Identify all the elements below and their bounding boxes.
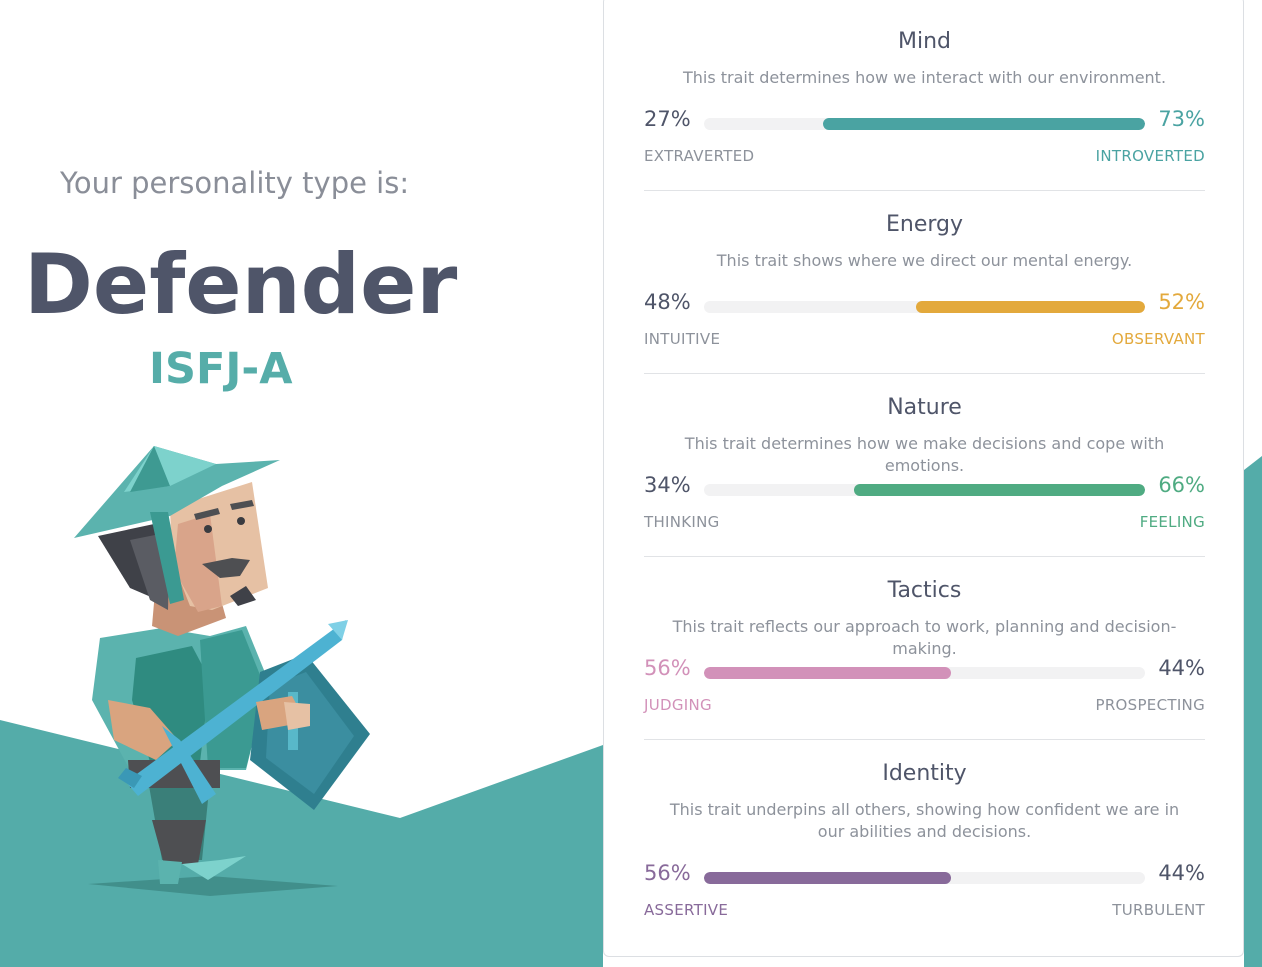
left-pole-label: EXTRAVERTED	[644, 147, 755, 165]
trait-bar-fill	[704, 872, 951, 884]
trait-bar-fill	[704, 667, 951, 679]
trait-title: Energy	[885, 212, 964, 237]
trait-bar-fill	[823, 118, 1145, 130]
right-pole-label: FEELING	[1139, 513, 1205, 531]
right-percent: 52%	[1158, 290, 1205, 314]
trait-title: Mind	[897, 29, 951, 54]
left-pole-label: ASSERTIVE	[644, 901, 729, 919]
left-percent: 56%	[644, 861, 691, 885]
intro-text: Your personality type is:	[60, 166, 410, 200]
right-pole-label: OBSERVANT	[1111, 330, 1205, 348]
defender-character-illustration	[74, 446, 370, 896]
trait-description: This trait reflects our approach to work…	[672, 617, 1177, 658]
trait-energy: Energy This trait shows where we direct …	[644, 212, 1205, 374]
left-percent: 34%	[644, 473, 691, 497]
right-pole-label: TURBULENT	[1112, 901, 1205, 919]
right-percent: 73%	[1158, 107, 1205, 131]
left-pole-label: JUDGING	[644, 696, 712, 714]
trait-bar-fill	[915, 301, 1145, 313]
trait-title: Nature	[887, 395, 962, 420]
trait-nature: Nature This trait determines how we make…	[644, 395, 1205, 557]
divider	[644, 556, 1205, 557]
trait-results-panel: Mind This trait determines how we intera…	[603, 0, 1244, 957]
right-percent: 44%	[1158, 656, 1205, 680]
left-percent: 48%	[644, 290, 691, 314]
trait-identity: Identity This trait underpins all others…	[644, 761, 1205, 941]
trait-title: Tactics	[887, 578, 962, 603]
trait-description: This trait underpins all others, showing…	[669, 800, 1180, 841]
trait-bar	[704, 872, 1145, 884]
divider	[644, 190, 1205, 191]
trait-bar-fill	[853, 484, 1145, 496]
right-percent: 66%	[1158, 473, 1205, 497]
right-percent: 44%	[1158, 861, 1205, 885]
trait-description: This trait determines how we make decisi…	[684, 434, 1165, 475]
left-pole-label: INTUITIVE	[644, 330, 721, 348]
divider	[644, 739, 1205, 740]
right-pole-label: INTROVERTED	[1095, 147, 1205, 165]
trait-bar	[704, 118, 1145, 130]
left-pole-label: THINKING	[644, 513, 720, 531]
trait-description: This trait shows where we direct our men…	[716, 251, 1133, 270]
left-percent: 27%	[644, 107, 691, 131]
trait-tactics: Tactics This trait reflects our approach…	[644, 578, 1205, 740]
right-pole-label: PROSPECTING	[1095, 696, 1205, 714]
personality-summary: Your personality type is: Defender ISFJ-…	[0, 0, 600, 967]
trait-description: This trait determines how we interact wi…	[682, 68, 1167, 87]
personality-type-name: Defender	[24, 236, 458, 333]
trait-title: Identity	[882, 761, 967, 786]
divider	[644, 373, 1205, 374]
trait-mind: Mind This trait determines how we intera…	[644, 29, 1205, 191]
left-percent: 56%	[644, 656, 691, 680]
trait-bar	[704, 667, 1145, 679]
trait-bar	[704, 484, 1145, 496]
trait-bar	[704, 301, 1145, 313]
personality-type-code: ISFJ-A	[149, 344, 293, 394]
